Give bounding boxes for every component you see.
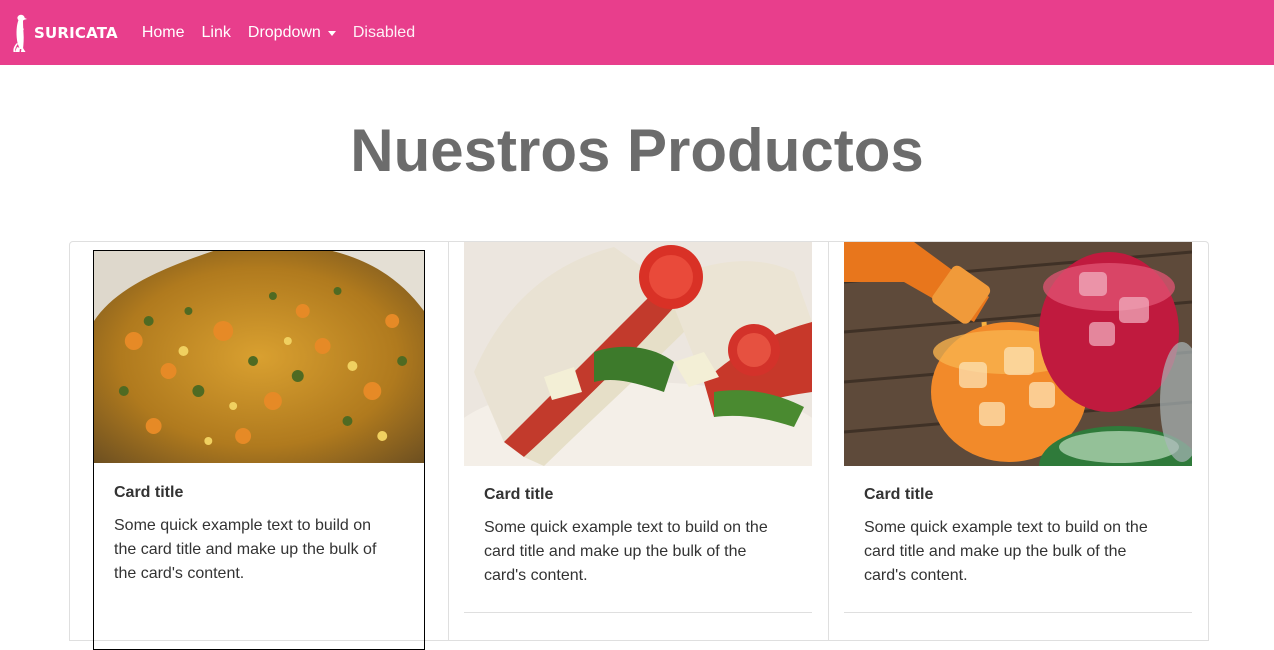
card-text: Some quick example text to build on the … bbox=[114, 517, 377, 582]
brand[interactable]: SURICATA bbox=[12, 0, 118, 65]
product-card: Card title Some quick example text to bu… bbox=[449, 241, 829, 641]
nav-dropdown-toggle[interactable]: Dropdown bbox=[248, 24, 336, 42]
card-footer-divider bbox=[464, 612, 812, 613]
card-content: Card title Some quick example text to bu… bbox=[844, 242, 1192, 642]
nav-links: Home Link Dropdown Disabled bbox=[142, 24, 432, 42]
card-content: Card title Some quick example text to bu… bbox=[93, 250, 425, 650]
navbar: SURICATA Home Link Dropdown Disabled bbox=[0, 0, 1274, 65]
card-title: Card title bbox=[114, 484, 184, 501]
card-body: Card title Some quick example text to bu… bbox=[94, 463, 424, 586]
brand-name: SURICATA bbox=[34, 23, 118, 42]
nav-link-disabled: Disabled bbox=[352, 23, 416, 41]
drinks-image bbox=[844, 242, 1192, 466]
card-content: Card title Some quick example text to bu… bbox=[464, 242, 812, 642]
sandwich-image bbox=[464, 242, 812, 466]
vegetable-dish-image bbox=[94, 251, 424, 463]
caret-down-icon bbox=[327, 30, 336, 36]
page-title: Nuestros Productos bbox=[350, 117, 924, 184]
card-footer-divider bbox=[844, 612, 1192, 613]
card-body: Card title Some quick example text to bu… bbox=[844, 466, 1192, 588]
meerkat-icon bbox=[13, 14, 27, 52]
product-card: Card title Some quick example text to bu… bbox=[69, 241, 449, 650]
product-card: Card title Some quick example text to bu… bbox=[829, 241, 1209, 641]
card-title: Card title bbox=[484, 486, 554, 503]
card-text: Some quick example text to build on the … bbox=[484, 519, 768, 584]
card-group: Card title Some quick example text to bu… bbox=[69, 241, 1209, 650]
card-text: Some quick example text to build on the … bbox=[864, 519, 1148, 584]
nav-link-link[interactable]: Link bbox=[202, 24, 231, 42]
nav-link-home[interactable]: Home bbox=[142, 24, 185, 42]
card-body: Card title Some quick example text to bu… bbox=[464, 466, 812, 588]
card-title: Card title bbox=[864, 486, 934, 503]
nav-dropdown-label: Dropdown bbox=[247, 23, 321, 41]
